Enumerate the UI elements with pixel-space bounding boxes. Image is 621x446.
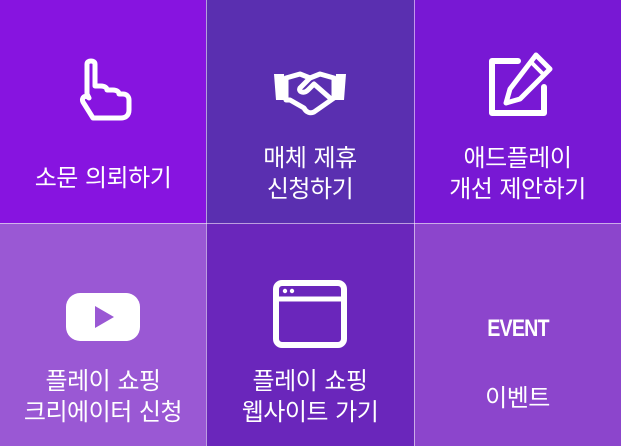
youtube-play-icon (64, 291, 142, 343)
tile-rumor-request[interactable]: 소문 의뢰하기 (0, 0, 206, 223)
handshake-icon (270, 66, 350, 118)
tile-event[interactable]: EVENT 이벤트 (414, 223, 621, 446)
pointing-hand-icon (73, 58, 133, 124)
event-text-icon: EVENT (480, 315, 555, 343)
tile-media-partnership[interactable]: 매체 제휴 신청하기 (206, 0, 414, 223)
edit-icon (482, 51, 554, 123)
tile-label: 플레이 쇼핑 크리에이터 신청 (23, 367, 183, 426)
browser-window-icon (272, 279, 348, 349)
tile-label: 소문 의뢰하기 (34, 164, 172, 192)
tile-label: 매체 제휴 신청하기 (263, 144, 357, 203)
tile-adplay-improvement[interactable]: 애드플레이 개선 제안하기 (414, 0, 621, 223)
tile-label: 이벤트 (485, 384, 550, 412)
tile-shopping-website[interactable]: 플레이 쇼핑 웹사이트 가기 (206, 223, 414, 446)
tile-label: 애드플레이 개선 제안하기 (449, 144, 586, 203)
event-text: EVENT (486, 315, 549, 342)
tile-youtube-creator[interactable]: 플레이 쇼핑 크리에이터 신청 (0, 223, 206, 446)
menu-tile-grid: 소문 의뢰하기 매체 제휴 신청하기 애드플레이 개선 제안하기 플레이 쇼핑 … (0, 0, 621, 446)
tile-label: 플레이 쇼핑 웹사이트 가기 (241, 367, 379, 426)
